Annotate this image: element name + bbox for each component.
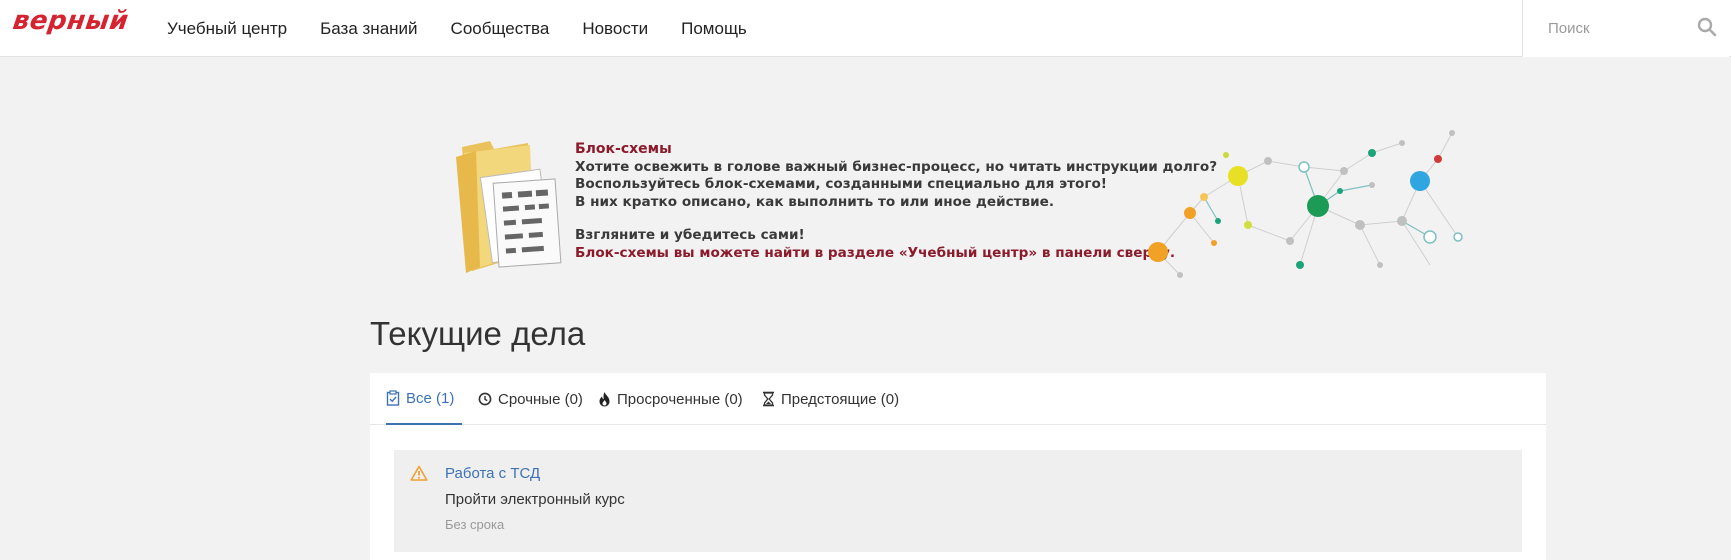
nav-item-news[interactable]: Новости <box>582 19 648 39</box>
search-input[interactable] <box>1548 14 1688 42</box>
task-item[interactable]: Работа с ТСД Пройти электронный курс Без… <box>394 450 1522 552</box>
tab-all[interactable]: Все (1) <box>386 373 463 425</box>
tab-label: Предстоящие (0) <box>781 390 900 408</box>
banner-line: Хотите освежить в голове важный бизнес-п… <box>575 158 1218 175</box>
search-box <box>1522 0 1729 57</box>
network-graphic <box>1148 130 1463 278</box>
search-icon[interactable] <box>1695 15 1719 39</box>
fire-icon <box>599 392 610 407</box>
nav-item-learning-center[interactable]: Учебный центр <box>167 19 287 39</box>
warning-icon <box>410 465 428 481</box>
banner-cta-line: Блок-схемы вы можете найти в разделе «Уч… <box>575 244 1176 261</box>
clipboard-check-icon <box>386 390 400 406</box>
tab-overdue[interactable]: Просроченные (0) <box>598 373 743 425</box>
hourglass-icon <box>763 391 774 407</box>
main-nav: Учебный центр База знаний Сообщества Нов… <box>167 0 780 57</box>
task-description: Пройти электронный курс <box>445 491 625 508</box>
clock-icon <box>478 392 492 406</box>
banner-title: Блок-схемы <box>575 141 672 157</box>
tab-label: Просроченные (0) <box>617 390 743 408</box>
tab-upcoming[interactable]: Предстоящие (0) <box>762 373 899 425</box>
folder-icon <box>456 141 562 273</box>
banner-text: Блок-схемы Хотите освежить в голове важн… <box>575 141 1218 262</box>
nav-item-communities[interactable]: Сообщества <box>451 19 550 39</box>
task-tabs: Все (1) Срочные (0) Просроченные (0) Пре… <box>370 373 1546 425</box>
current-tasks-panel: Все (1) Срочные (0) Просроченные (0) Пре… <box>370 373 1546 560</box>
nav-item-knowledge-base[interactable]: База знаний <box>320 19 417 39</box>
top-navigation-bar: верный Учебный центр База знаний Сообщес… <box>0 0 1731 57</box>
current-tasks-title: Текущие дела <box>370 315 586 352</box>
tab-label: Срочные (0) <box>498 390 583 408</box>
nav-item-help[interactable]: Помощь <box>681 19 747 39</box>
banner-line: Воспользуйтесь блок-схемами, созданными … <box>575 176 1107 192</box>
flowcharts-promo-banner[interactable]: Блок-схемы Хотите освежить в голове важн… <box>450 125 1472 285</box>
banner-cta-line: Взгляните и убедитесь сами! <box>575 227 805 243</box>
tab-urgent[interactable]: Срочные (0) <box>478 373 583 425</box>
brand-logo[interactable]: верный <box>11 6 131 36</box>
tab-label: Все (1) <box>406 389 455 407</box>
banner-line: В них кратко описано, как выполнить то и… <box>575 193 1055 210</box>
task-deadline: Без срока <box>445 517 505 532</box>
task-title-link[interactable]: Работа с ТСД <box>445 465 540 482</box>
